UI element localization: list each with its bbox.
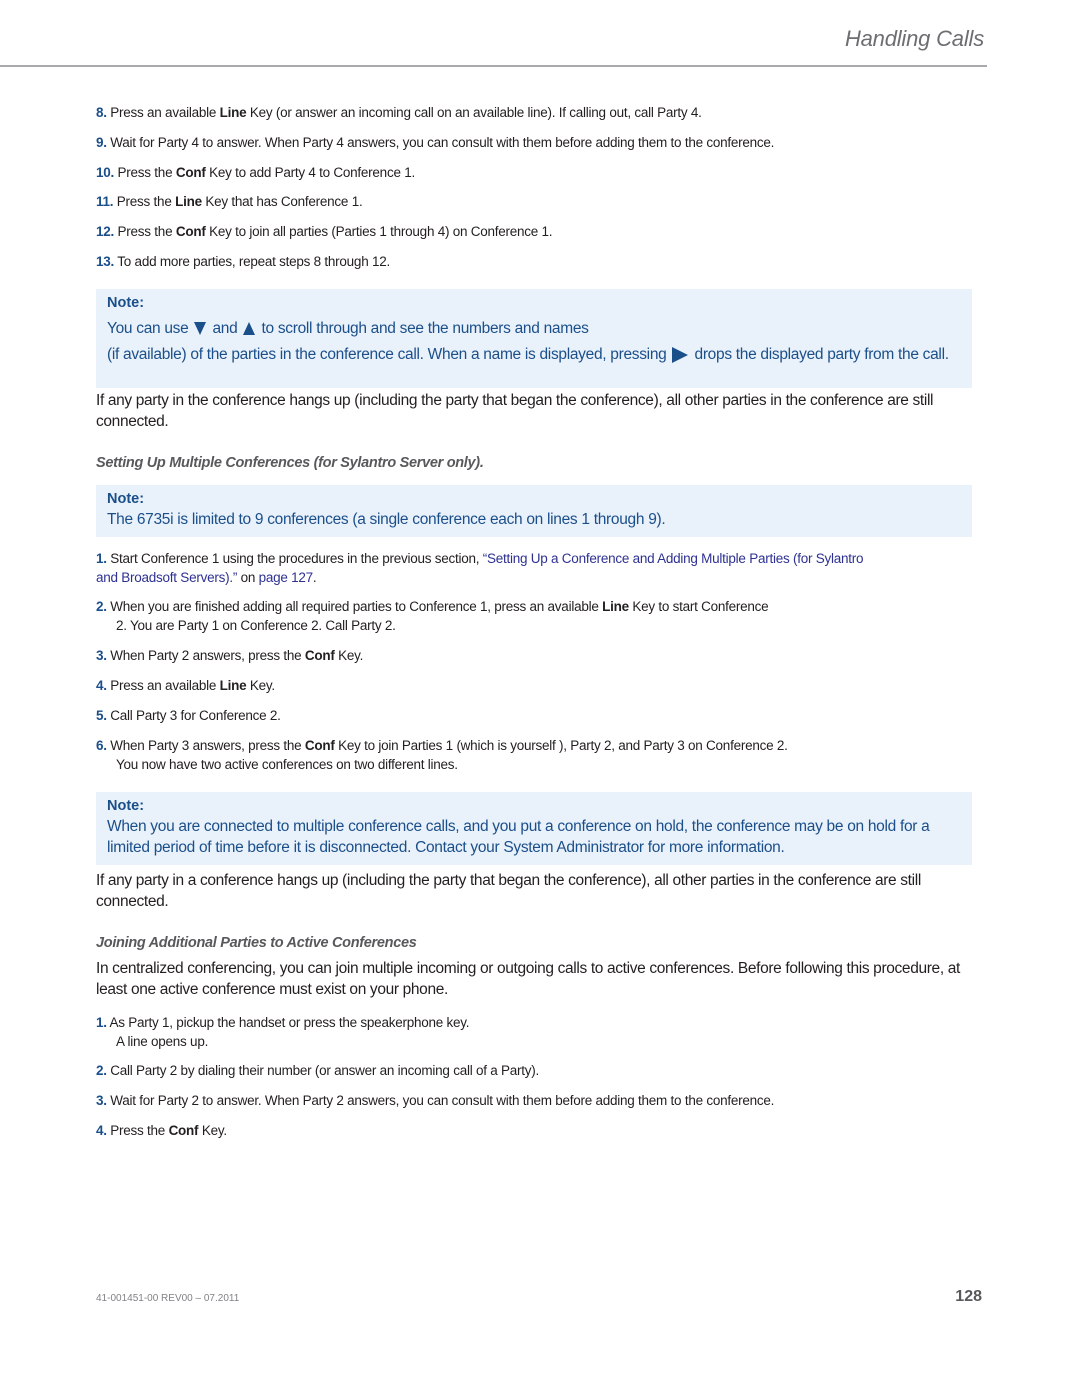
note-text-segment: and (212, 320, 238, 337)
step-number: 10. (96, 165, 115, 180)
step-text: Start Conference 1 using the procedures … (110, 551, 483, 566)
arrow-up-icon (243, 322, 256, 336)
note-text: (if available) of the parties in the con… (107, 344, 962, 365)
step-number: 6. (96, 738, 107, 753)
list-item: 12. Press the Conf Key to join all parti… (96, 222, 553, 241)
step-text: Wait for Party 4 to answer. When Party 4… (110, 135, 775, 150)
step-text: When you are finished adding all require… (110, 599, 603, 614)
list-item: 5. Call Party 3 for Conference 2. (96, 706, 281, 725)
note-box: Note: When you are connected to multiple… (96, 792, 972, 865)
list-item: 9. Wait for Party 4 to answer. When Part… (96, 133, 774, 152)
list-item: 13. To add more parties, repeat steps 8 … (96, 252, 390, 271)
list-item: 11. Press the Line Key that has Conferen… (96, 192, 363, 211)
step-text: Press the (117, 224, 176, 239)
note-label: Note: (107, 491, 145, 507)
step-text: Key to join all parties (Parties 1 throu… (205, 224, 553, 239)
note-text-segment: (if available) of the parties in the con… (107, 346, 667, 363)
step-text: When Party 3 answers, press the (110, 738, 305, 753)
step-text: Key (or answer an incoming call on an av… (246, 105, 702, 120)
list-item: 4. Press an available Line Key. (96, 676, 275, 695)
step-continuation: 2. You are Party 1 on Conference 2. Call… (116, 618, 396, 633)
step-text: Press an available (110, 105, 220, 120)
step-text: Key to add Party 4 to Conference 1. (205, 165, 415, 180)
note-text: You can use and to scroll through and se… (107, 318, 962, 339)
arrow-right-icon (672, 346, 689, 363)
note-label: Note: (107, 798, 145, 814)
note-text-segment: to scroll through and see the numbers an… (261, 320, 589, 337)
step-number: 1. (96, 551, 107, 566)
step-continuation: A line opens up. (116, 1034, 209, 1049)
step-number: 2. (96, 599, 107, 614)
step-text: Key to join Parties 1 (which is yourself… (334, 738, 788, 753)
list-item: 1. Start Conference 1 using the procedur… (96, 549, 866, 587)
key-name: Line (219, 678, 247, 693)
key-name: Conf (304, 738, 335, 753)
list-item: 10. Press the Conf Key to add Party 4 to… (96, 163, 415, 182)
step-number: 1. (96, 1015, 107, 1030)
step-text: Call Party 3 for Conference 2. (110, 708, 281, 723)
list-item: 2. When you are finished adding all requ… (96, 597, 769, 635)
note-label: Note: (107, 295, 145, 311)
note-text-segment: You can use (107, 320, 189, 337)
document-id: 41-001451-00 REV00 – 07.2011 (96, 1293, 240, 1304)
key-name: Line (219, 105, 247, 120)
step-continuation: You now have two active conferences on t… (116, 757, 458, 772)
step-number: 13. (96, 254, 115, 269)
note-box: Note: The 6735i is limited to 9 conferen… (96, 485, 972, 537)
step-text: Call Party 2 by dialing their number (or… (110, 1063, 539, 1078)
step-number: 4. (96, 1123, 107, 1138)
step-number: 3. (96, 648, 107, 663)
note-text: When you are connected to multiple confe… (107, 818, 930, 856)
page-number: 128 (955, 1288, 982, 1305)
step-number: 3. (96, 1093, 107, 1108)
step-text: . (312, 570, 317, 585)
note-text-segment: drops the displayed party from the call. (694, 346, 950, 363)
list-item: 4. Press the Conf Key. (96, 1121, 227, 1140)
step-number: 2. (96, 1063, 107, 1078)
list-item: 6. When Party 3 answers, press the Conf … (96, 736, 788, 774)
step-number: 9. (96, 135, 107, 150)
note-box: Note: You can use and to scroll through … (96, 289, 972, 388)
key-name: Line (602, 599, 629, 614)
step-text: When Party 2 answers, press the (110, 648, 305, 663)
step-text: Key. (246, 678, 275, 693)
body-paragraph: If any party in a conference hangs up (i… (96, 872, 921, 910)
page-reference-link[interactable]: page 127 (259, 570, 314, 585)
note-text: The 6735i is limited to 9 conferences (a… (107, 511, 666, 528)
key-name: Conf (304, 648, 335, 663)
list-item: 2. Call Party 2 by dialing their number … (96, 1061, 539, 1080)
list-item: 8. Press an available Line Key (or answe… (96, 103, 702, 122)
step-text: Press an available (110, 678, 220, 693)
step-text: on (237, 570, 259, 585)
list-item: 3. When Party 2 answers, press the Conf … (96, 646, 363, 665)
key-name: Conf (175, 224, 206, 239)
step-text: Key to start Conference (628, 599, 769, 614)
list-item: 3. Wait for Party 2 to answer. When Part… (96, 1091, 774, 1110)
arrow-down-icon (194, 322, 207, 336)
section-subheading: Joining Additional Parties to Active Con… (96, 935, 417, 951)
key-name: Line (175, 194, 202, 209)
body-paragraph: If any party in the conference hangs up … (96, 392, 934, 430)
section-subheading: Setting Up Multiple Conferences (for Syl… (96, 455, 484, 471)
step-text: Wait for Party 2 to answer. When Party 2… (110, 1093, 775, 1108)
key-name: Conf (175, 165, 206, 180)
step-number: 8. (96, 105, 107, 120)
step-number: 4. (96, 678, 107, 693)
step-text: Key. (334, 648, 364, 663)
step-text: Press the (117, 165, 176, 180)
step-text: As Party 1, pickup the handset or press … (109, 1015, 470, 1030)
step-number: 12. (96, 224, 115, 239)
step-number: 5. (96, 708, 107, 723)
step-text: Press the (110, 1123, 169, 1138)
step-text: Key that has Conference 1. (201, 194, 363, 209)
step-text: Key. (198, 1123, 227, 1138)
step-number: 11. (96, 194, 114, 209)
running-header-title: Handling Calls (844, 26, 984, 51)
header-divider (0, 65, 987, 67)
step-text: To add more parties, repeat steps 8 thro… (117, 254, 390, 269)
body-paragraph: In centralized conferencing, you can joi… (96, 960, 960, 998)
step-text: Press the (116, 194, 176, 209)
key-name: Conf (168, 1123, 199, 1138)
list-item: 1. As Party 1, pickup the handset or pre… (96, 1013, 469, 1051)
